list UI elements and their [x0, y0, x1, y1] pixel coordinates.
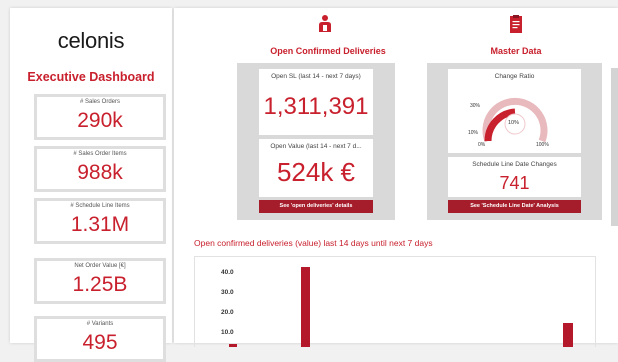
- card-value: 741: [499, 173, 530, 193]
- card-label: Open SL (last 14 - next 7 days): [271, 73, 361, 80]
- y-tick-label: 20.0: [221, 309, 234, 316]
- kpi-value: 1.31M: [70, 213, 130, 236]
- card-value: 524k €: [276, 157, 356, 187]
- gauge-tick: 30%: [470, 103, 481, 109]
- kpi-label: # Sales Orders: [79, 99, 121, 105]
- chart-bar[interactable]: [229, 344, 237, 347]
- change-ratio-card[interactable]: Change Ratio 10% 30% 10% 0% 100%: [448, 69, 581, 153]
- gauge-center-label: 10%: [508, 120, 520, 126]
- card-label: Change Ratio: [494, 73, 535, 80]
- schedule-line-date-analysis-button[interactable]: See 'Schedule Line Date' Analysis: [448, 200, 581, 213]
- chart-bar[interactable]: [563, 323, 573, 347]
- bar-chart: 40.0 30.0 20.0 10.0: [194, 256, 596, 347]
- kpi-label: # Variants: [86, 321, 114, 327]
- deliveries-panel: Open SL (last 14 - next 7 days) 1,311,39…: [237, 63, 395, 220]
- main-content: Open Confirmed Deliveries Open SL (last …: [174, 8, 618, 347]
- kpi-schedule-line-items[interactable]: # Schedule Line Items 1.31M: [34, 198, 166, 244]
- kpi-value: 988k: [77, 161, 123, 184]
- panel-edge: [611, 68, 618, 226]
- y-tick-label: 10.0: [221, 329, 234, 336]
- kpi-sales-order-items[interactable]: # Sales Order Items 988k: [34, 146, 166, 192]
- kpi-label: # Schedule Line Items: [70, 203, 130, 209]
- person-presenting-icon: [319, 15, 331, 32]
- open-value-card[interactable]: Open Value (last 14 - next 7 d... 524k €: [259, 139, 373, 197]
- sidebar: celonis Executive Dashboard # Sales Orde…: [10, 8, 172, 362]
- kpi-value: 1.25B: [72, 273, 128, 296]
- kpi-net-order-value[interactable]: Net Order Value [€] 1.25B: [34, 258, 166, 304]
- y-tick-label: 30.0: [221, 289, 234, 296]
- kpi-value: 290k: [77, 109, 123, 132]
- section-title-deliveries: Open Confirmed Deliveries: [270, 46, 386, 56]
- card-label: Schedule Line Date Changes: [472, 161, 557, 168]
- logo-text: celonis: [57, 28, 125, 53]
- kpi-value: 495: [82, 331, 118, 354]
- chart-bar[interactable]: [301, 267, 310, 347]
- master-data-panel: Change Ratio 10% 30% 10% 0% 100% Schedul…: [427, 63, 602, 220]
- card-value: 1,311,391: [263, 93, 369, 120]
- page-title: Executive Dashboard: [27, 70, 155, 84]
- celonis-logo: celonis: [10, 28, 172, 54]
- clipboard-icon: [510, 15, 522, 33]
- kpi-label: Net Order Value [€]: [74, 263, 126, 269]
- chart-title: Open confirmed deliveries (value) last 1…: [194, 238, 433, 248]
- kpi-label: # Sales Order Items: [73, 151, 127, 157]
- card-label: Open Value (last 14 - next 7 d...: [270, 143, 362, 150]
- open-deliveries-details-button[interactable]: See 'open deliveries' details: [259, 200, 373, 213]
- gauge-tick: 0%: [478, 142, 486, 148]
- y-tick-label: 40.0: [221, 269, 234, 276]
- schedule-line-date-changes-card[interactable]: Schedule Line Date Changes 741: [448, 157, 581, 197]
- gauge-tick: 10%: [468, 130, 479, 136]
- open-sl-card[interactable]: Open SL (last 14 - next 7 days) 1,311,39…: [259, 69, 373, 135]
- section-title-master-data: Master Data: [490, 46, 542, 56]
- kpi-variants[interactable]: # Variants 495: [34, 316, 166, 362]
- kpi-sales-orders[interactable]: # Sales Orders 290k: [34, 94, 166, 140]
- gauge-tick: 100%: [536, 142, 549, 148]
